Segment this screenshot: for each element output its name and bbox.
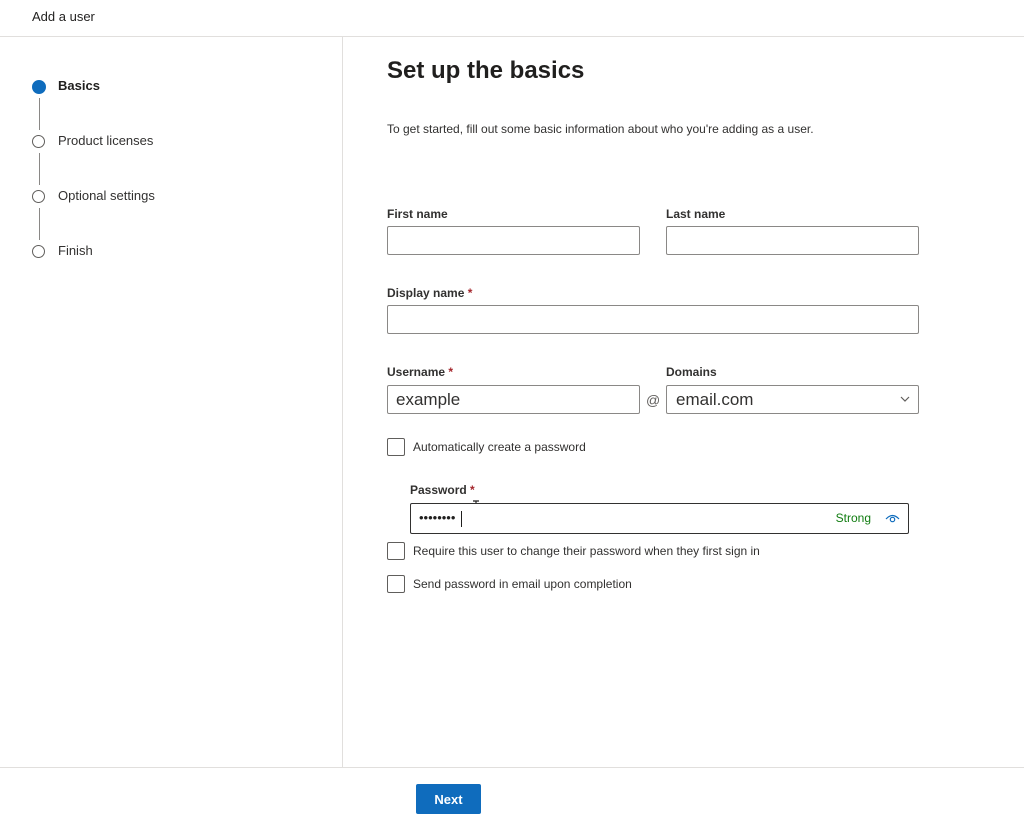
last-name-field[interactable]	[666, 226, 919, 255]
footer-bar: Next	[0, 767, 1024, 828]
require-change-label: Require this user to change their passwo…	[413, 544, 760, 558]
wizard-steps: Basics Product licenses Optional setting…	[0, 37, 343, 767]
domains-label: Domains	[666, 365, 717, 379]
display-name-field[interactable]	[387, 305, 919, 334]
password-masked-value: ••••••••	[419, 510, 456, 525]
first-name-label: First name	[387, 207, 448, 221]
required-mark: *	[467, 286, 473, 300]
step-indicator	[32, 135, 45, 148]
step-indicator	[32, 190, 45, 203]
password-label-text: Password	[410, 483, 467, 497]
next-button[interactable]: Next	[416, 784, 481, 814]
first-name-field[interactable]	[387, 226, 640, 255]
send-email-checkbox[interactable]	[387, 575, 405, 593]
intro-text: To get started, fill out some basic info…	[387, 122, 814, 136]
step-label: Optional settings	[58, 188, 155, 203]
chevron-down-icon	[900, 396, 910, 402]
last-name-label: Last name	[666, 207, 726, 221]
required-mark: *	[448, 365, 454, 379]
password-field[interactable]: •••••••• Strong	[410, 503, 909, 534]
text-caret	[461, 511, 462, 527]
domains-selected-value: email.com	[676, 390, 754, 409]
at-symbol: @	[646, 392, 661, 408]
auto-password-label: Automatically create a password	[413, 440, 586, 454]
step-indicator-current	[32, 80, 46, 94]
step-label: Product licenses	[58, 133, 154, 148]
auto-password-checkbox[interactable]	[387, 438, 405, 456]
password-label: Password *	[410, 483, 475, 497]
step-connector	[39, 208, 40, 240]
step-label: Finish	[58, 243, 93, 258]
window-title: Add a user	[32, 9, 95, 24]
display-name-label: Display name *	[387, 286, 472, 300]
step-connector	[39, 153, 40, 185]
step-label: Basics	[58, 78, 100, 93]
display-name-label-text: Display name	[387, 286, 465, 300]
basics-form: Set up the basics To get started, fill o…	[343, 37, 1024, 767]
eye-icon[interactable]	[885, 513, 900, 524]
required-mark: *	[470, 483, 475, 497]
require-change-checkbox[interactable]	[387, 542, 405, 560]
header-bar: Add a user	[0, 0, 1024, 37]
step-connector	[39, 98, 40, 130]
username-field[interactable]	[387, 385, 640, 414]
step-indicator	[32, 245, 45, 258]
page-title: Set up the basics	[387, 57, 585, 84]
username-label-text: Username	[387, 365, 446, 379]
domains-dropdown[interactable]: email.com	[666, 385, 919, 414]
username-label: Username *	[387, 365, 453, 379]
send-email-label: Send password in email upon completion	[413, 577, 632, 591]
password-strength-indicator: Strong	[835, 511, 871, 525]
